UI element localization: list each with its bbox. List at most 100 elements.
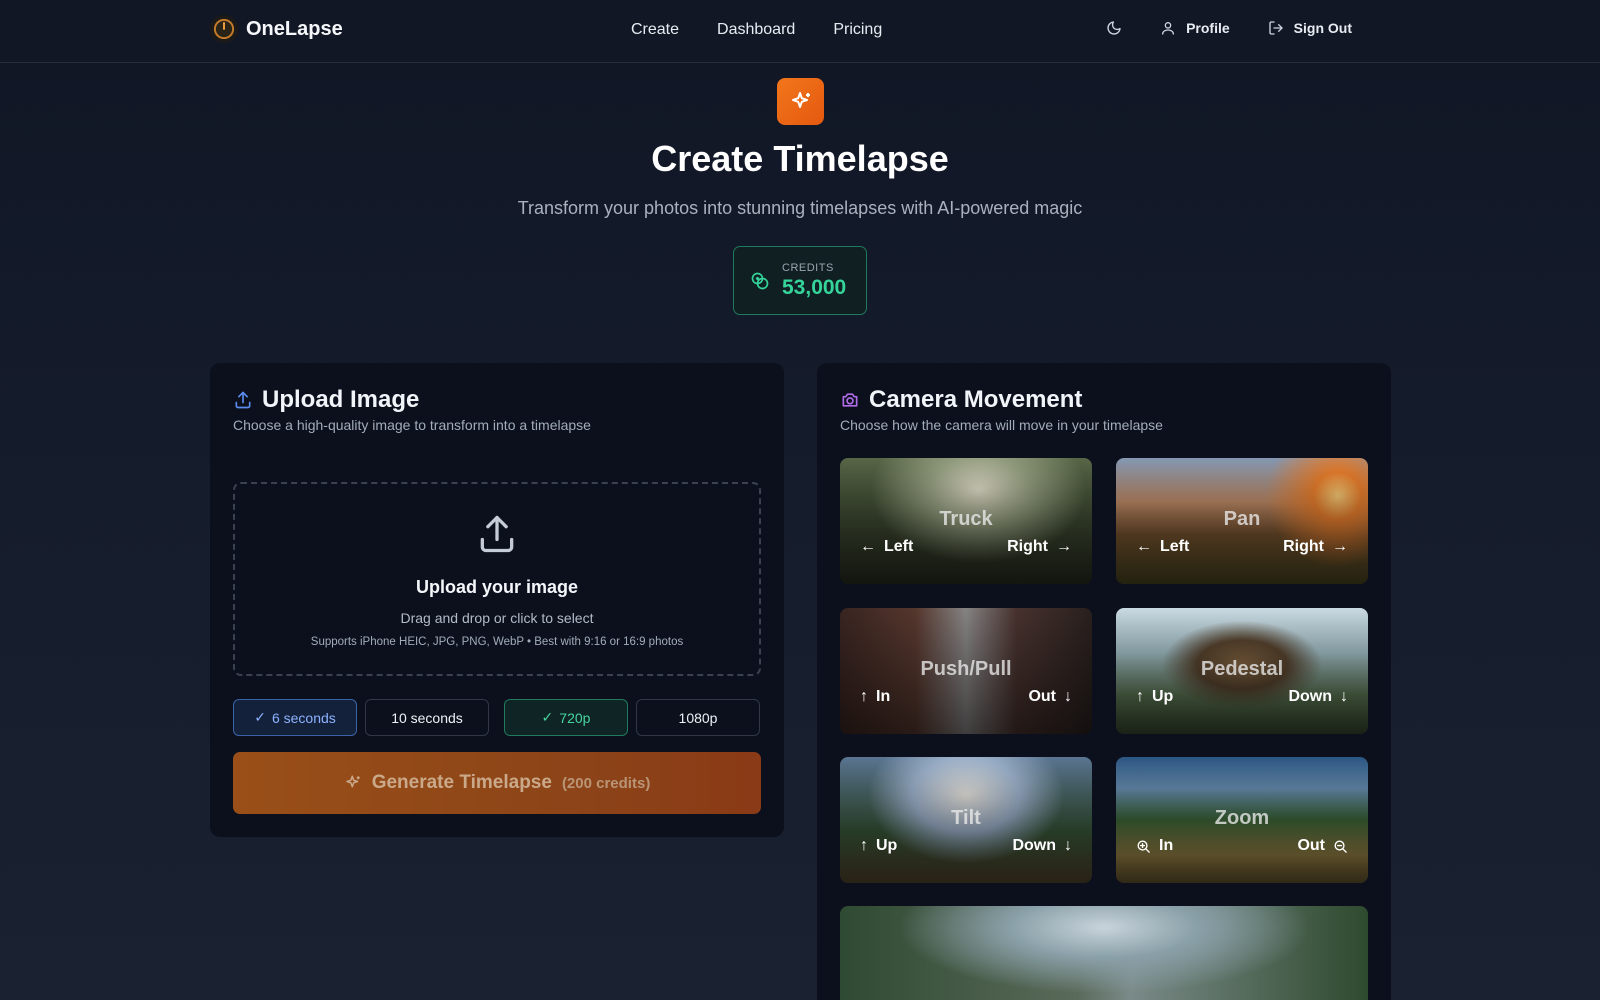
pan-right-button[interactable]: Right → — [1283, 538, 1348, 556]
upload-card-header: Upload Image — [233, 386, 419, 414]
generate-timelapse-button[interactable]: Generate Timelapse (200 credits) — [233, 752, 761, 814]
duration-10s-label: 10 seconds — [391, 709, 463, 726]
tile-left-label: Up — [1152, 688, 1174, 705]
dropzone-subtitle: Drag and drop or click to select — [400, 610, 594, 626]
upload-card-title: Upload Image — [262, 386, 420, 413]
push-in-button[interactable]: ↑ In — [860, 688, 890, 706]
sparkles-icon — [791, 91, 810, 108]
arrow-down-icon: ↓ — [1340, 688, 1348, 705]
pedestal-down-button[interactable]: Down ↓ — [1288, 688, 1348, 706]
generate-label: Generate Timelapse — [371, 772, 552, 793]
sparkles-badge — [777, 78, 824, 125]
arrow-up-icon: ↑ — [860, 688, 868, 705]
credits-text: CREDITS 53,000 — [782, 262, 846, 300]
tile-name: Zoom — [1214, 807, 1270, 829]
camera-card-desc: Choose how the camera will move in your … — [840, 417, 1163, 433]
credits-label: CREDITS — [782, 261, 834, 274]
tile-left-label: Left — [884, 538, 914, 555]
pedestal-up-button[interactable]: ↑ Up — [1136, 688, 1173, 706]
tile-right-label: Right — [1007, 538, 1048, 555]
resolution-720p-button[interactable]: ✓ 720p — [504, 699, 628, 736]
upload-arrow-icon — [480, 515, 514, 553]
check-icon: ✓ — [541, 709, 554, 725]
tile-name: Pedestal — [1200, 658, 1284, 680]
truck-left-button[interactable]: ← Left — [860, 538, 913, 556]
tile-left-label: In — [1159, 837, 1174, 854]
page-title: Create Timelapse — [651, 138, 949, 179]
page-subtitle: Transform your photos into stunning time… — [517, 198, 1083, 218]
tile-name: Push/Pull — [920, 658, 1012, 680]
camera-tile-truck[interactable]: Truck ← Left Right → — [840, 458, 1092, 584]
tile-name: Truck — [939, 508, 993, 530]
brand[interactable]: OneLapse — [210, 15, 343, 43]
nav-link-create[interactable]: Create — [631, 21, 679, 39]
resolution-720p-label: 720p — [559, 709, 591, 726]
arrow-up-icon: ↑ — [1136, 688, 1144, 705]
brand-name: OneLapse — [246, 17, 343, 40]
tile-right-label: Out — [1297, 837, 1325, 854]
sign-out-label: Sign Out — [1293, 20, 1352, 36]
zoom-out-icon — [1334, 840, 1347, 853]
zoom-out-button[interactable]: Out — [1297, 837, 1348, 855]
tile-left-label: Up — [876, 837, 898, 854]
duration-6s-button[interactable]: ✓ 6 seconds — [233, 699, 357, 736]
duration-6s-label: 6 seconds — [271, 709, 336, 726]
camera-card-title: Camera Movement — [869, 386, 1083, 413]
arrow-down-icon: ↓ — [1064, 837, 1072, 854]
camera-tile-tilt[interactable]: Tilt ↑ Up Down ↓ — [840, 757, 1092, 883]
tile-name: Tilt — [951, 807, 981, 829]
sparkles-icon — [345, 775, 360, 788]
profile-label: Profile — [1186, 20, 1230, 36]
nav-links: Create Dashboard Pricing — [631, 21, 882, 39]
tile-right-label: Down — [1288, 688, 1332, 705]
theme-toggle-button[interactable] — [1106, 20, 1122, 36]
pan-left-button[interactable]: ← Left — [1136, 538, 1189, 556]
camera-tile-pan[interactable]: Pan ← Left Right → — [1116, 458, 1368, 584]
log-out-icon — [1269, 21, 1283, 35]
upload-icon — [235, 391, 251, 409]
camera-movement-card: Camera Movement Choose how the camera wi… — [817, 363, 1391, 1000]
tile-right-label: Right — [1283, 538, 1324, 555]
moon-icon — [1107, 21, 1121, 35]
arrow-right-icon: → — [1332, 538, 1348, 555]
user-icon — [1162, 22, 1175, 35]
dropzone-note: Supports iPhone HEIC, JPG, PNG, WebP • B… — [310, 636, 684, 648]
camera-card-header: Camera Movement — [840, 386, 1082, 414]
upload-card-desc: Choose a high-quality image to transform… — [233, 417, 591, 433]
image-dropzone[interactable]: Upload your image Drag and drop or click… — [233, 482, 761, 676]
resolution-1080p-label: 1080p — [678, 709, 718, 726]
clock-logo-icon — [210, 15, 238, 43]
check-icon: ✓ — [254, 709, 266, 725]
nav-link-dashboard[interactable]: Dashboard — [717, 21, 795, 39]
arrow-down-icon: ↓ — [1064, 688, 1072, 705]
nav-right: Profile Sign Out — [1106, 20, 1352, 36]
tile-left-label: Left — [1160, 538, 1190, 555]
camera-tile-wide[interactable] — [840, 906, 1368, 1000]
truck-right-button[interactable]: Right → — [1007, 538, 1072, 556]
tile-name: Pan — [1223, 508, 1261, 530]
tilt-up-button[interactable]: ↑ Up — [860, 837, 897, 855]
arrow-right-icon: → — [1056, 538, 1072, 555]
top-navbar: OneLapse Create Dashboard Pricing Profil… — [0, 0, 1600, 63]
arrow-left-icon: ← — [860, 538, 876, 555]
upload-card: Upload Image Choose a high-quality image… — [210, 363, 784, 837]
credits-badge: CREDITS 53,000 — [733, 246, 867, 315]
zoom-in-icon — [1137, 840, 1150, 853]
resolution-1080p-button[interactable]: 1080p — [636, 699, 760, 736]
tile-right-label: Down — [1012, 837, 1056, 854]
camera-icon — [842, 393, 858, 407]
camera-tile-pedestal[interactable]: Pedestal ↑ Up Down ↓ — [1116, 608, 1368, 734]
generate-cost: (200 credits) — [561, 774, 651, 792]
profile-button[interactable]: Profile — [1160, 20, 1230, 36]
tile-left-label: In — [876, 688, 891, 705]
sign-out-button[interactable]: Sign Out — [1268, 20, 1352, 36]
zoom-in-button[interactable]: In — [1136, 837, 1173, 855]
arrow-up-icon: ↑ — [860, 837, 868, 854]
tilt-down-button[interactable]: Down ↓ — [1012, 837, 1072, 855]
duration-10s-button[interactable]: 10 seconds — [365, 699, 489, 736]
nav-link-pricing[interactable]: Pricing — [833, 21, 882, 39]
dropzone-title: Upload your image — [415, 577, 579, 597]
pull-out-button[interactable]: Out ↓ — [1028, 688, 1072, 706]
camera-tile-zoom[interactable]: Zoom In Out — [1116, 757, 1368, 883]
camera-tile-push-pull[interactable]: Push/Pull ↑ In Out ↓ — [840, 608, 1092, 734]
